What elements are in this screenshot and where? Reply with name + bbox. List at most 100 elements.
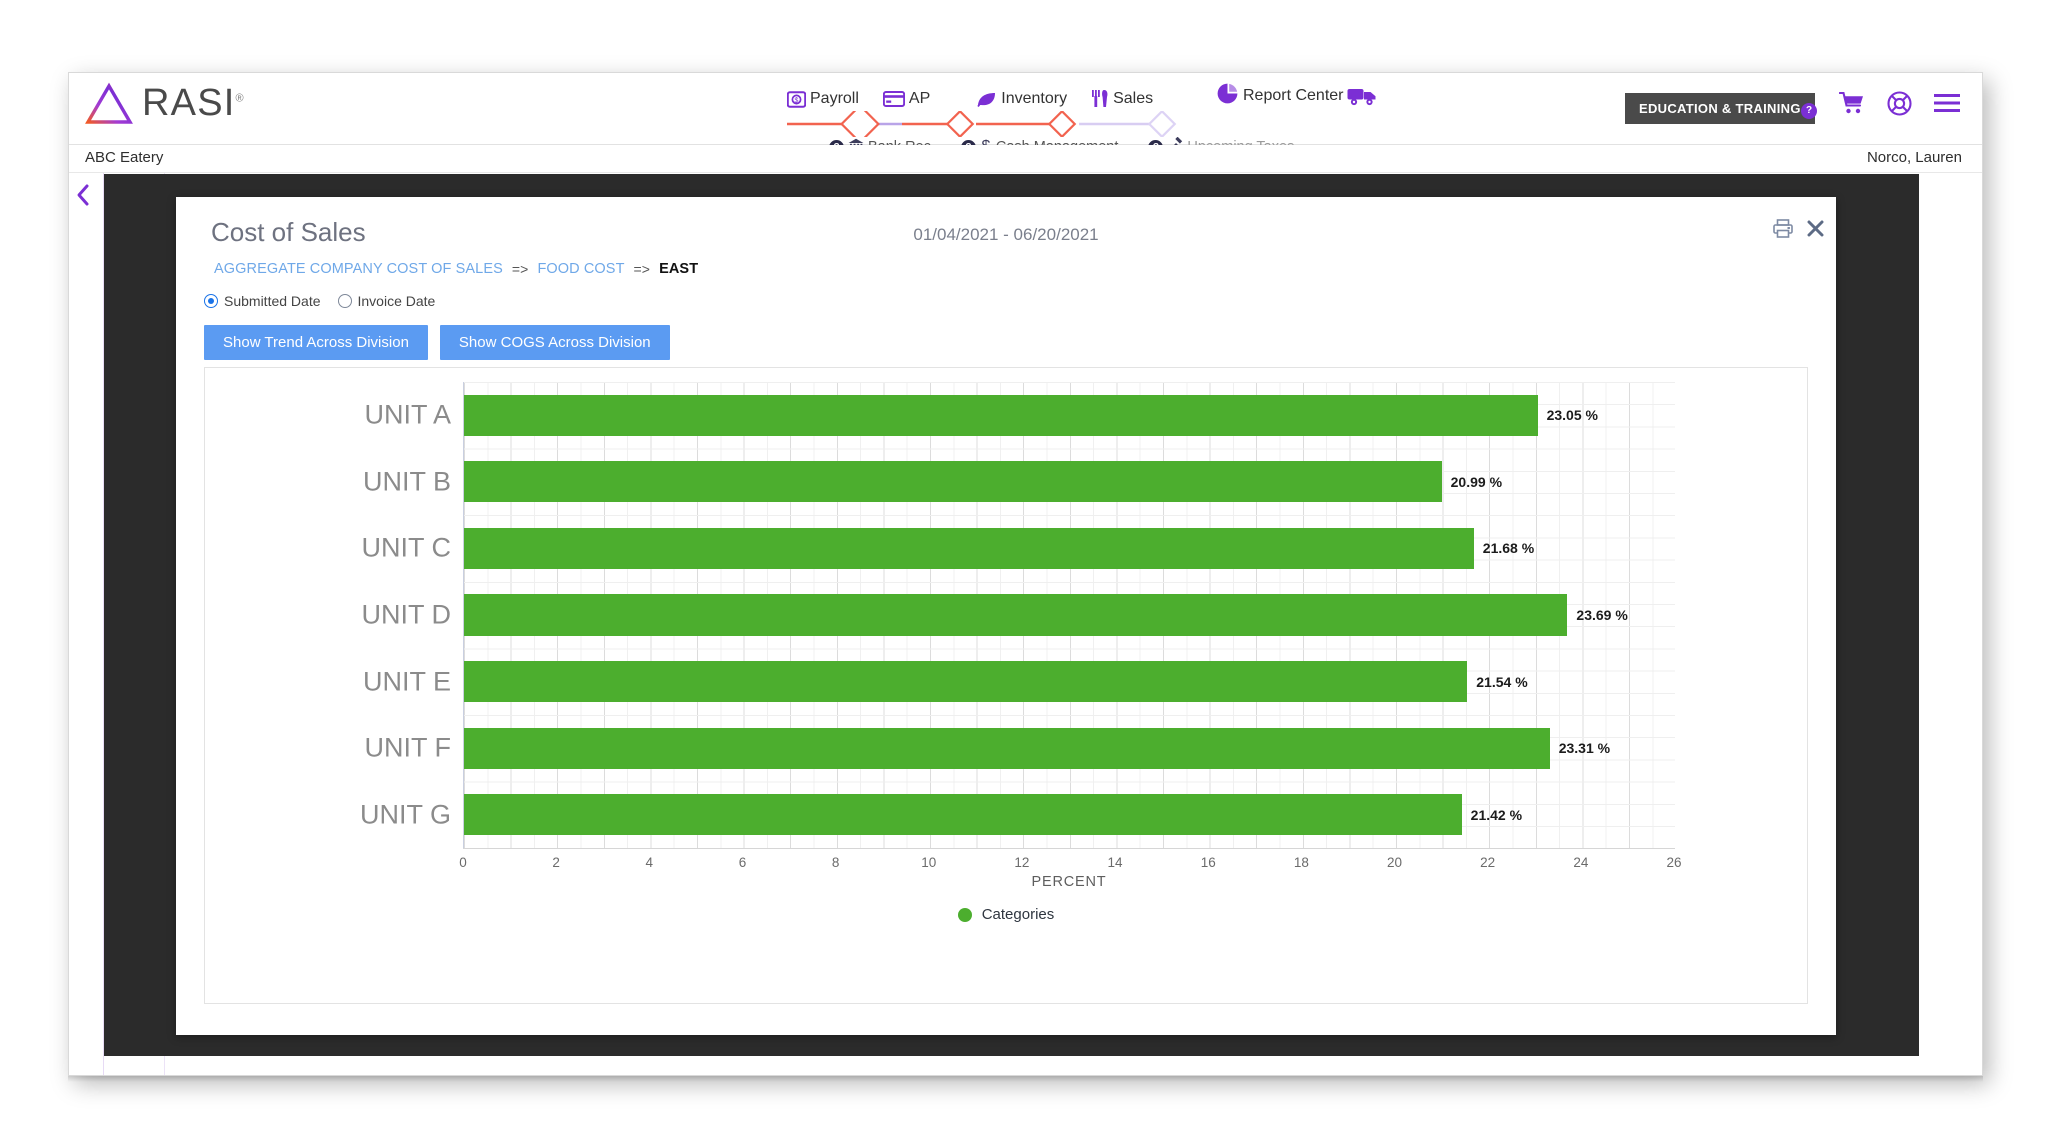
logo-wordmark: RASI® [142, 82, 245, 124]
radio-submitted-date[interactable]: Submitted Date [204, 293, 321, 309]
chart-bar[interactable] [464, 527, 1474, 570]
workflow-progress-track [787, 111, 1187, 137]
chart-x-tick-label: 0 [459, 855, 467, 870]
show-cogs-across-division-button[interactable]: Show COGS Across Division [439, 325, 670, 360]
application-window: RASI® $ Payroll AP Inventory Sales Repor… [68, 72, 1983, 1076]
rasi-logo[interactable]: RASI® [85, 81, 245, 126]
legend-color-swatch [957, 907, 972, 922]
chart-bar-value-label: 21.68 % [1482, 540, 1535, 557]
legend-label-categories: Categories [981, 906, 1055, 923]
printer-icon[interactable] [1773, 219, 1793, 238]
cost-of-sales-panel: Cost of Sales 01/04/2021 - 06/20/2021 AG… [176, 197, 1836, 1035]
chart-x-tick-label: 16 [1200, 855, 1216, 870]
chart-bar-row: 23.31 % [464, 727, 1675, 769]
nav-item-payroll[interactable]: $ Payroll [787, 90, 859, 108]
application-body: Cost of Sales 01/04/2021 - 06/20/2021 AG… [69, 173, 1982, 1075]
chart-x-tick-label: 4 [645, 855, 654, 870]
chart-x-tick-label: 6 [738, 855, 747, 870]
chart-bar-row: 20.99 % [464, 461, 1675, 503]
hamburger-menu-icon[interactable] [1934, 93, 1960, 113]
radio-invoice-date[interactable]: Invoice Date [337, 293, 436, 309]
show-trend-across-division-button[interactable]: Show Trend Across Division [204, 325, 428, 360]
screenshot-root: RASI® $ Payroll AP Inventory Sales Repor… [0, 0, 2051, 1140]
date-range-label: 01/04/2021 - 06/20/2021 [913, 225, 1099, 244]
breadcrumb: AGGREGATE COMPANY COST OF SALES => FOOD … [214, 261, 698, 277]
chart-bar-row: 21.42 % [464, 794, 1675, 836]
radio-button-icon [337, 294, 352, 308]
education-training-badge[interactable]: EDUCATION & TRAINING [1625, 93, 1815, 124]
close-x-icon[interactable] [1807, 220, 1824, 237]
chart-bar-value-label: 21.54 % [1476, 673, 1528, 690]
company-user-bar: ABC Eatery Norco, Lauren [69, 145, 1982, 173]
chart-category-label: UNIT A [364, 399, 451, 430]
chart-x-tick-label: 14 [1107, 855, 1123, 870]
chart-x-tick-label: 8 [831, 855, 840, 870]
panel-button-row: Show Trend Across Division Show COGS Acr… [204, 325, 670, 360]
chart-y-axis-labels: UNIT A UNIT B UNIT C UNIT D UNIT E UNIT F UNIT… [205, 382, 463, 848]
cutlery-icon [1091, 89, 1109, 108]
chart-category-label: UNIT F [364, 732, 452, 763]
nav-label-ap: AP [908, 90, 931, 107]
shopping-cart-icon[interactable] [1839, 91, 1865, 115]
lifebuoy-support-icon[interactable] [1887, 90, 1912, 116]
delivery-truck-icon[interactable] [1347, 86, 1377, 111]
chart-category-label: UNIT E [362, 666, 451, 697]
chart-container: UNIT A UNIT B UNIT C UNIT D UNIT E UNIT F UNIT… [204, 367, 1808, 1004]
header-icon-group: ? [1801, 87, 1960, 119]
chart-bar-value-label: 20.99 % [1450, 473, 1503, 490]
nav-item-ap[interactable]: AP [882, 90, 931, 108]
chart-bar-value-label: 23.05 % [1546, 407, 1598, 424]
chart-x-tick-label: 2 [552, 855, 560, 870]
leaf-icon [976, 91, 997, 108]
credit-card-icon [882, 91, 905, 107]
chart-bar-row: 21.68 % [464, 527, 1675, 570]
chart-category-label: UNIT G [359, 799, 451, 830]
breadcrumb-item-1[interactable]: FOOD COST [537, 261, 624, 277]
chart-bar[interactable] [464, 794, 1462, 836]
chart-bar-value-label: 21.42 % [1470, 806, 1523, 823]
breadcrumb-separator-1: => [633, 261, 651, 277]
chart-x-tick-label: 12 [1014, 855, 1030, 870]
payroll-money-icon: $ [787, 90, 806, 108]
chart-x-tick-label: 24 [1573, 855, 1589, 870]
chart-x-axis-title: PERCENT [1031, 874, 1107, 890]
chart-bar[interactable] [464, 727, 1550, 769]
window-drop-shadow [68, 1076, 1983, 1082]
chart-bar[interactable] [464, 594, 1568, 636]
nav-item-sales[interactable]: Sales [1091, 89, 1153, 108]
triangle-logo-icon [85, 82, 133, 124]
chart-bar-value-label: 23.69 % [1576, 606, 1628, 623]
top-header-bar: RASI® $ Payroll AP Inventory Sales Repor… [69, 73, 1982, 155]
chart-category-label: UNIT D [361, 599, 451, 630]
nav-label-payroll: Payroll [810, 90, 859, 107]
chart-plot-area: 23.05 % 20.99 % 21.68 % 23.69 % 21.54 % 23.31… [463, 382, 1675, 848]
breadcrumb-current: EAST [659, 261, 699, 277]
chart-category-label: UNIT C [361, 532, 451, 563]
registered-mark: ® [235, 92, 245, 105]
panel-action-icons [1773, 219, 1824, 238]
chart-legend: Categories [205, 906, 1807, 923]
notification-badge-icon[interactable]: ? [1801, 103, 1817, 119]
company-name: ABC Eatery [85, 149, 164, 166]
chart-bar[interactable] [464, 461, 1442, 503]
current-user-name[interactable]: Norco, Lauren [1867, 149, 1962, 166]
chart-x-tick-label: 22 [1480, 855, 1496, 870]
chart-bar-row: 23.05 % [464, 394, 1675, 436]
nav-label-report-center: Report Center [1243, 87, 1344, 104]
nav-item-inventory[interactable]: Inventory [976, 90, 1067, 108]
chart-x-tick-label: 18 [1293, 855, 1309, 870]
chart-x-tick-label: 26 [1666, 855, 1682, 870]
chart-bar[interactable] [464, 394, 1538, 436]
chart-x-tick-label: 10 [921, 855, 937, 870]
nav-item-report-center[interactable]: Report Center [1217, 83, 1344, 109]
pie-chart-icon [1217, 83, 1238, 109]
radio-label-invoice-date: Invoice Date [357, 293, 436, 309]
sidebar-collapse-chevron-left-icon[interactable] [75, 183, 91, 212]
chart-x-tick-label: 20 [1387, 855, 1403, 870]
breadcrumb-item-0[interactable]: AGGREGATE COMPANY COST OF SALES [214, 261, 503, 277]
nav-label-inventory: Inventory [1001, 90, 1068, 107]
radio-label-submitted-date: Submitted Date [224, 293, 321, 309]
breadcrumb-separator-0: => [511, 261, 529, 277]
chart-category-label: UNIT B [362, 466, 451, 497]
chart-bar[interactable] [464, 660, 1468, 703]
